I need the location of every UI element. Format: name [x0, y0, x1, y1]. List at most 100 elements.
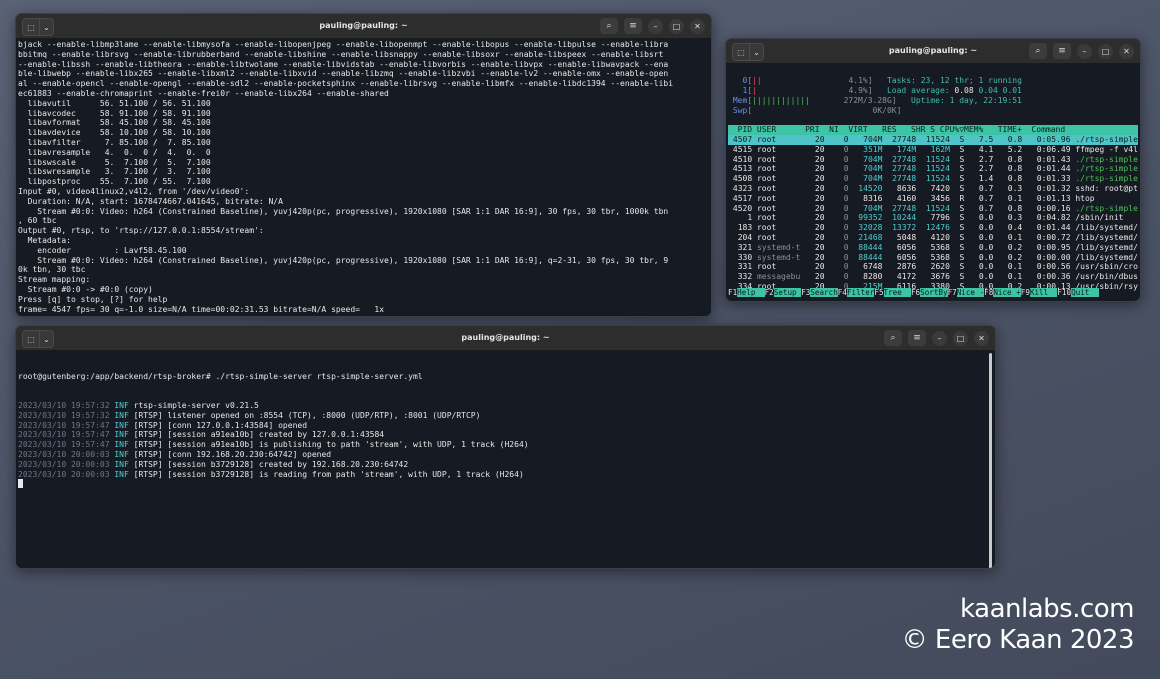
log-level: INF	[114, 400, 129, 410]
process-row[interactable]: 4507 root 20 0 704M 27748 11524 S 7.5 0.8 0:05.96.…	[728, 135, 1138, 145]
terminal-line: bbitmq --enable-librsvg --enable-librubb…	[18, 49, 664, 59]
process-row[interactable]: 321 systemd-t 20 0 88444 6056 5368 S 0.0 0.2 0:00.…	[728, 243, 1138, 253]
fkey-f4[interactable]: F4	[838, 288, 847, 297]
fkey-f9[interactable]: F9	[1021, 288, 1030, 297]
fkey-label[interactable]: Setup	[773, 288, 802, 297]
process-ni: 0	[843, 262, 849, 272]
process-row[interactable]: 4323 root 20 0 14520 8636 7420 S 0.7 0.3 0:01.32 ss…	[728, 184, 1138, 194]
process-mem: 0.8	[1007, 164, 1023, 174]
process-mem: 0.1	[1007, 262, 1023, 272]
process-shr: 5368	[930, 252, 950, 262]
process-time: 0:00.95	[1036, 242, 1071, 252]
fkey-label[interactable]: Tree	[883, 288, 911, 297]
process-pid: 4510	[732, 154, 753, 164]
process-cmd: sshd: root@pts/	[1075, 184, 1138, 193]
titlebar[interactable]: ⬚ ⌄ pauling@pauling: ~ ⌕ ≡ – □ ✕	[726, 39, 1140, 64]
log-line: 2023/03/10 20:00:03 INF [RTSP] [session …	[18, 460, 993, 470]
fkey-label[interactable]: Search	[810, 288, 838, 297]
process-row[interactable]: 1 root 20 0 99352 10244 7796 S 0.0 0.3 0:04.82/sbi…	[728, 213, 1138, 223]
hamburger-icon[interactable]: ≡	[1053, 43, 1071, 59]
fkey-label[interactable]: Help	[737, 288, 765, 297]
search-icon[interactable]: ⌕	[884, 330, 902, 346]
fkey-f3[interactable]: F3	[801, 288, 810, 297]
process-pri: 20	[814, 144, 825, 154]
terminal-window-htop[interactable]: ⬚ ⌄ pauling@pauling: ~ ⌕ ≡ – □ ✕ 0[|| 4.…	[725, 38, 1141, 302]
process-ni: 0	[843, 184, 849, 193]
log-timestamp: 2023/03/10 19:57:32	[18, 410, 110, 420]
process-pid: 4507	[732, 135, 753, 144]
process-shr: 2620	[930, 262, 950, 272]
terminal-line: bjack --enable-libmp3lame --enable-libmy…	[18, 40, 669, 49]
process-row[interactable]: 4515 root 20 0 351M 174M 162M S 4.1 5.2 0:06.49 ffm…	[728, 145, 1138, 155]
process-cpu: 0.0	[978, 233, 994, 242]
process-pid: 183	[737, 223, 753, 233]
scrollbar[interactable]	[989, 353, 992, 568]
process-mem: 0.8	[1007, 154, 1023, 164]
process-row[interactable]: 330 systemd-t 20 0 88444 6056 5368 S 0.0 0.2 0:00.…	[728, 253, 1138, 263]
fkey-label[interactable]: Nice +	[993, 288, 1021, 297]
close-icon[interactable]: ✕	[974, 330, 989, 346]
terminal-line: --enable-libssh --enable-libtheora --ena…	[18, 59, 669, 69]
fkey-label[interactable]: Nice -	[956, 288, 985, 297]
fkey-label[interactable]: Filter	[846, 288, 875, 297]
log-line: 2023/03/10 19:57:32 INF rtsp-simple-serv…	[18, 401, 993, 411]
process-row[interactable]: 4513 root 20 0 704M 27748 11524 S 2.7 0.8 0:01.44.…	[728, 164, 1138, 174]
maximize-icon[interactable]: □	[669, 18, 684, 34]
fkey-f10[interactable]: F10	[1057, 288, 1071, 297]
process-row[interactable]: 4508 root 20 0 704M 27748 11524 S 1.4 0.8 0:01.33.…	[728, 174, 1138, 184]
terminal-output[interactable]: root@gutenberg:/app/backend/rtsp-broker#…	[16, 351, 995, 568]
log-level: INF	[114, 420, 129, 430]
close-icon[interactable]: ✕	[1119, 43, 1134, 59]
process-s: S	[959, 154, 965, 164]
fkey-f2[interactable]: F2	[765, 288, 774, 297]
close-icon[interactable]: ✕	[690, 18, 705, 34]
fkey-f8[interactable]: F8	[984, 288, 993, 297]
process-row[interactable]: 4517 root 20 0 8316 4160 3456 R 0.7 0.1 0:01.13 hto…	[728, 194, 1138, 204]
minimize-icon[interactable]: –	[932, 330, 947, 346]
terminal-line: libswresample 3. 7.100 / 3. 7.100	[18, 167, 211, 177]
search-icon[interactable]: ⌕	[600, 18, 618, 34]
function-key-bar[interactable]: F1Help F2Setup F3SearchF4FilterF5Tree F6…	[728, 288, 1138, 298]
terminal-line: libavcodec 58. 91.100 / 58. 91.100	[18, 108, 211, 118]
search-icon[interactable]: ⌕	[1029, 43, 1047, 59]
fkey-f5[interactable]: F5	[874, 288, 883, 297]
terminal-line: Stream #0:0: Video: h264 (Constrained Ba…	[18, 255, 669, 265]
fkey-label[interactable]: Quit	[1071, 288, 1099, 297]
process-row[interactable]: 4520 root 20 0 704M 27748 11524 S 0.7 0.8 0:00.16.…	[728, 204, 1138, 214]
process-row[interactable]: 332 messagebu 20 0 8280 4172 3676 S 0.0 0.1 0:00.3…	[728, 272, 1138, 282]
process-row[interactable]: 183 root 20 0 32028 13372 12476 S 0.0 0.4 0:01.44 /…	[728, 223, 1138, 233]
terminal-window-rtsp[interactable]: ⬚ ⌄ pauling@pauling: ~ ⌕ ≡ – □ ✕ root@gu…	[15, 325, 996, 569]
process-ni: 0	[843, 193, 849, 203]
fkey-label[interactable]: SortBy	[920, 288, 948, 297]
window-title: pauling@pauling: ~	[461, 333, 550, 342]
fkey-f6[interactable]: F6	[911, 288, 920, 297]
process-cpu: 0.7	[978, 184, 994, 193]
hamburger-icon[interactable]: ≡	[908, 330, 926, 346]
terminal-output[interactable]: bjack --enable-libmp3lame --enable-libmy…	[16, 39, 711, 316]
process-user: root	[756, 203, 777, 213]
terminal-line: libpostproc 55. 7.100 / 55. 7.100	[18, 177, 211, 187]
maximize-icon[interactable]: □	[1098, 43, 1113, 59]
process-pri: 20	[814, 135, 825, 144]
process-res: 27748	[892, 164, 917, 174]
process-row[interactable]: 4510 root 20 0 704M 27748 11524 S 2.7 0.8 0:01.43.…	[728, 155, 1138, 165]
titlebar[interactable]: ⬚ ⌄ pauling@pauling: ~ ⌕ ≡ – □ ✕	[16, 14, 711, 39]
maximize-icon[interactable]: □	[953, 330, 968, 346]
minimize-icon[interactable]: –	[1077, 43, 1092, 59]
process-row[interactable]: 331 root 20 0 6748 2876 2620 S 0.0 0.1 0:00.56/usr…	[728, 262, 1138, 272]
process-table-header[interactable]: PID USER PRI NI VIRT RES SHR S CPU%▽MEM%…	[728, 125, 1138, 135]
fkey-f1[interactable]: F1	[728, 288, 737, 297]
process-row[interactable]: 204 root 20 0 21468 5048 4120 S 0.0 0.1 0:00.72/li…	[728, 233, 1138, 243]
fkey-f7[interactable]: F7	[948, 288, 957, 297]
cpu1-meter: 1[| 4.9%] Load average: 0.08 0.04 0.01	[742, 86, 1022, 95]
titlebar[interactable]: ⬚ ⌄ pauling@pauling: ~ ⌕ ≡ – □ ✕	[16, 326, 995, 351]
minimize-icon[interactable]: –	[648, 18, 663, 34]
fkey-label[interactable]: Kill	[1029, 288, 1058, 297]
process-cmd: /lib/systemd/sy	[1075, 242, 1138, 252]
process-cmd: ./rtsp-simple-s	[1075, 164, 1138, 174]
process-virt: 704M	[863, 203, 883, 213]
terminal-window-ffmpeg[interactable]: ⬚ ⌄ pauling@pauling: ~ ⌕ ≡ – □ ✕ bjack -…	[15, 13, 712, 317]
process-cpu: 0.0	[978, 262, 994, 272]
hamburger-icon[interactable]: ≡	[624, 18, 642, 34]
process-pid: 321	[737, 242, 753, 252]
